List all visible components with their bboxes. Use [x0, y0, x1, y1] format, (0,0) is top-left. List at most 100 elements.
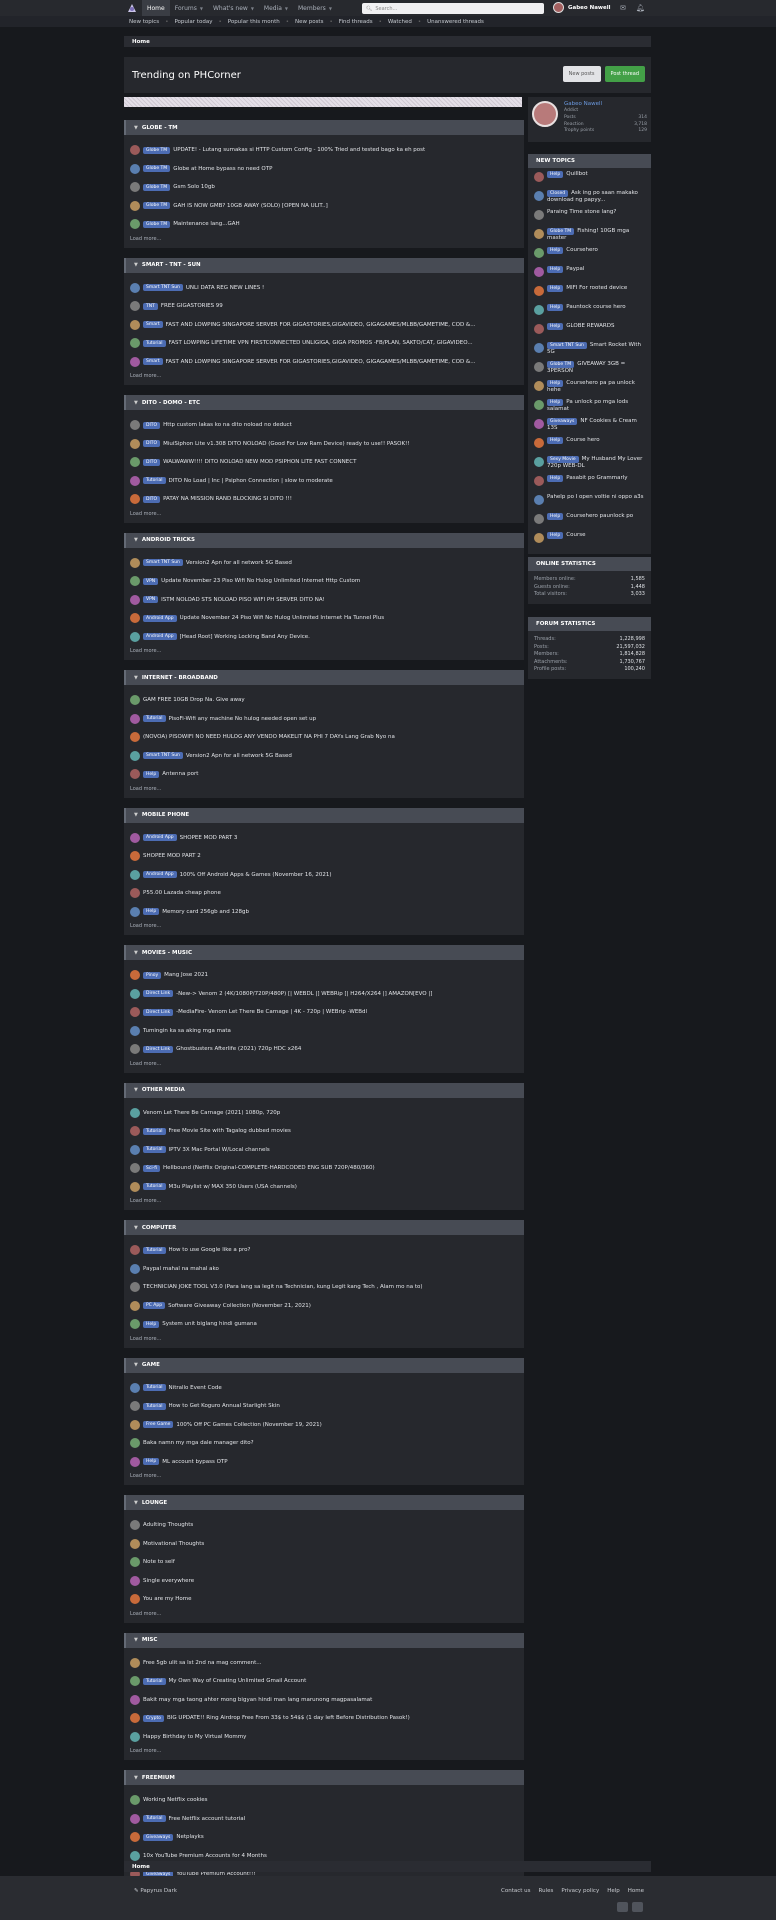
section-header[interactable]: ▼ MOBILE PHONE: [124, 807, 524, 823]
collapse-icon[interactable]: ▼: [134, 400, 138, 406]
avatar[interactable]: [532, 101, 558, 127]
thread-prefix[interactable]: Direct Link: [143, 990, 174, 998]
footer-link[interactable]: Rules: [539, 1888, 554, 1894]
thread-row[interactable]: You are my Home: [130, 1590, 518, 1609]
avatar[interactable]: [130, 1300, 140, 1311]
avatar[interactable]: [130, 1144, 140, 1155]
profile-name[interactable]: Gabeo Nawell: [564, 101, 647, 107]
thread-row[interactable]: Android App Update November 24 Piso Wifi …: [130, 609, 518, 628]
thread-prefix[interactable]: Android App: [143, 614, 177, 622]
avatar[interactable]: [534, 191, 544, 201]
collapse-icon[interactable]: ▼: [134, 1225, 138, 1231]
avatar[interactable]: [534, 172, 544, 182]
section-header[interactable]: ▼ INTERNET - BROADBAND: [124, 670, 524, 685]
avatar[interactable]: [130, 1575, 140, 1586]
subnav-item[interactable]: New posts: [295, 19, 324, 25]
section-header[interactable]: ▼ OTHER MEDIA: [124, 1082, 524, 1098]
avatar[interactable]: [534, 381, 544, 391]
thread-prefix[interactable]: Smart TNT Sun: [143, 284, 183, 292]
thread-row[interactable]: Direct Link Ghostbusters Afterlife (2021)…: [130, 1040, 518, 1059]
avatar[interactable]: [130, 1795, 140, 1806]
avatar[interactable]: [130, 1282, 140, 1293]
post-thread-button[interactable]: Post thread: [604, 66, 645, 82]
thread-row[interactable]: Adulting Thoughts: [130, 1516, 518, 1535]
thread-row[interactable]: Tutorial My Own Way of Creating Unlimited…: [130, 1672, 518, 1691]
topic-title[interactable]: Coursehero: [566, 247, 598, 253]
avatar[interactable]: [130, 1163, 140, 1174]
avatar[interactable]: [130, 1419, 140, 1430]
avatar[interactable]: [130, 988, 140, 999]
thread-prefix[interactable]: Globe TM: [547, 228, 575, 235]
thread-prefix[interactable]: Tutorial: [143, 1402, 166, 1410]
avatar[interactable]: [130, 769, 140, 780]
thread-row[interactable]: DITO PATAY NA MISSION RAND BLOCKING SI DI…: [130, 490, 518, 509]
avatar[interactable]: [534, 210, 544, 220]
thread-row[interactable]: DITO Http custom lakas ko na dito noload …: [130, 416, 518, 435]
new-topic-item[interactable]: Help Quillbot: [534, 171, 645, 187]
thread-prefix[interactable]: Tutorial: [143, 715, 166, 723]
section-header[interactable]: ▼ FREEMIUM: [124, 1770, 524, 1785]
thread-title[interactable]: System unit biglang hindi gumana: [162, 1321, 257, 1327]
thread-row[interactable]: GAM FREE 10GB Drop Na. Give away: [130, 691, 518, 710]
thread-prefix[interactable]: Direct Link: [143, 1045, 174, 1053]
ad-banner[interactable]: [124, 97, 522, 107]
section-header[interactable]: ▼ GAME: [124, 1357, 524, 1373]
avatar[interactable]: [534, 476, 544, 486]
avatar[interactable]: [130, 338, 140, 349]
thread-title[interactable]: Netplayks: [176, 1834, 203, 1840]
thread-row[interactable]: PC App Software Giveaway Collection (Nove…: [130, 1297, 518, 1316]
avatar[interactable]: [130, 219, 140, 230]
subnav-item[interactable]: Unanswered threads: [427, 19, 484, 25]
avatar[interactable]: [130, 301, 140, 312]
thread-row[interactable]: Tutorial How to use Google like a pro?: [130, 1241, 518, 1260]
thread-prefix[interactable]: Giveaways: [143, 1833, 174, 1841]
thread-title[interactable]: DITO No Load | Inc | Psiphon Connection …: [169, 478, 333, 484]
thread-row[interactable]: Tutorial Free Netflix account tutorial: [130, 1810, 518, 1829]
avatar[interactable]: [130, 576, 140, 587]
avatar[interactable]: [130, 1107, 140, 1118]
thread-title[interactable]: Update November 23 Piso Wifi No Hulog Un…: [161, 578, 360, 584]
thread-row[interactable]: Sci-fi Hellbound (Netflix Original-COMPLE…: [130, 1159, 518, 1178]
collapse-icon[interactable]: ▼: [134, 125, 138, 131]
new-topic-item[interactable]: Pahelp po I open voltie ni oppo a3s: [534, 494, 645, 510]
thread-row[interactable]: Globe TM Maintenance lang...GAH: [130, 215, 518, 234]
thread-title[interactable]: (NOVOA) PISOWIFI NO NEED HULOG ANY VENDO…: [143, 734, 395, 740]
avatar[interactable]: [130, 1456, 140, 1467]
thread-prefix[interactable]: Closed: [547, 190, 569, 197]
thread-title[interactable]: M3u Playlist w/ MAX 350 Users (USA chann…: [169, 1184, 297, 1190]
thread-row[interactable]: Tutorial M3u Playlist w/ MAX 350 Users (U…: [130, 1178, 518, 1197]
thread-row[interactable]: Help System unit biglang hindi gumana: [130, 1315, 518, 1334]
avatar[interactable]: [130, 557, 140, 568]
thread-prefix[interactable]: Smart: [143, 358, 163, 366]
thread-row[interactable]: VPN ISTM NOLOAD STS NOLOAD PISO WIFI PH S…: [130, 591, 518, 610]
thread-title[interactable]: How to use Google like a pro?: [169, 1247, 251, 1253]
load-more-link[interactable]: Load more...: [130, 1059, 518, 1069]
tab-members[interactable]: Members ▼: [293, 0, 337, 16]
section-header[interactable]: ▼ MOVIES - MUSIC: [124, 945, 524, 960]
thread-prefix[interactable]: Android App: [143, 633, 177, 641]
thread-title[interactable]: PATAY NA MISSION RAND BLOCKING SI DITO !…: [163, 496, 292, 502]
thread-title[interactable]: GAM FREE 10GB Drop Na. Give away: [143, 697, 245, 703]
avatar[interactable]: [130, 1657, 140, 1668]
thread-prefix[interactable]: Pinoy: [143, 971, 162, 979]
thread-row[interactable]: Note to self: [130, 1553, 518, 1572]
thread-row[interactable]: Baka namn my mga dale manager dito?: [130, 1434, 518, 1453]
thread-row[interactable]: SHOPEE MOD PART 2: [130, 847, 518, 866]
thread-title[interactable]: 100% Off Android Apps & Games (November …: [180, 872, 332, 878]
thread-title[interactable]: Maintenance lang...GAH: [173, 221, 239, 227]
topic-title[interactable]: Quillbot: [566, 171, 587, 177]
thread-prefix[interactable]: Help: [547, 513, 564, 520]
thread-prefix[interactable]: Tutorial: [143, 1127, 166, 1135]
topic-title[interactable]: Pasabit po Grammarly: [566, 475, 627, 481]
thread-prefix[interactable]: TNT: [143, 302, 158, 310]
avatar[interactable]: [534, 362, 544, 372]
thread-row[interactable]: Smart FAST AND LOWPING SINGAPORE SERVER F…: [130, 353, 518, 372]
thread-title[interactable]: UPDATE! - Lutang sumakas si HTTP Custom …: [173, 147, 425, 153]
avatar[interactable]: [130, 1832, 140, 1843]
avatar[interactable]: [130, 1025, 140, 1036]
topic-title[interactable]: GLOBE REWARDS: [566, 323, 614, 329]
thread-title[interactable]: BIG UPDATE!! Ring Airdrop Free From 33$ …: [167, 1715, 410, 1721]
avatar[interactable]: [130, 906, 140, 917]
thread-prefix[interactable]: Help: [143, 908, 160, 916]
new-topic-item[interactable]: Closed Ask ing po saan makako download ng…: [534, 190, 645, 206]
